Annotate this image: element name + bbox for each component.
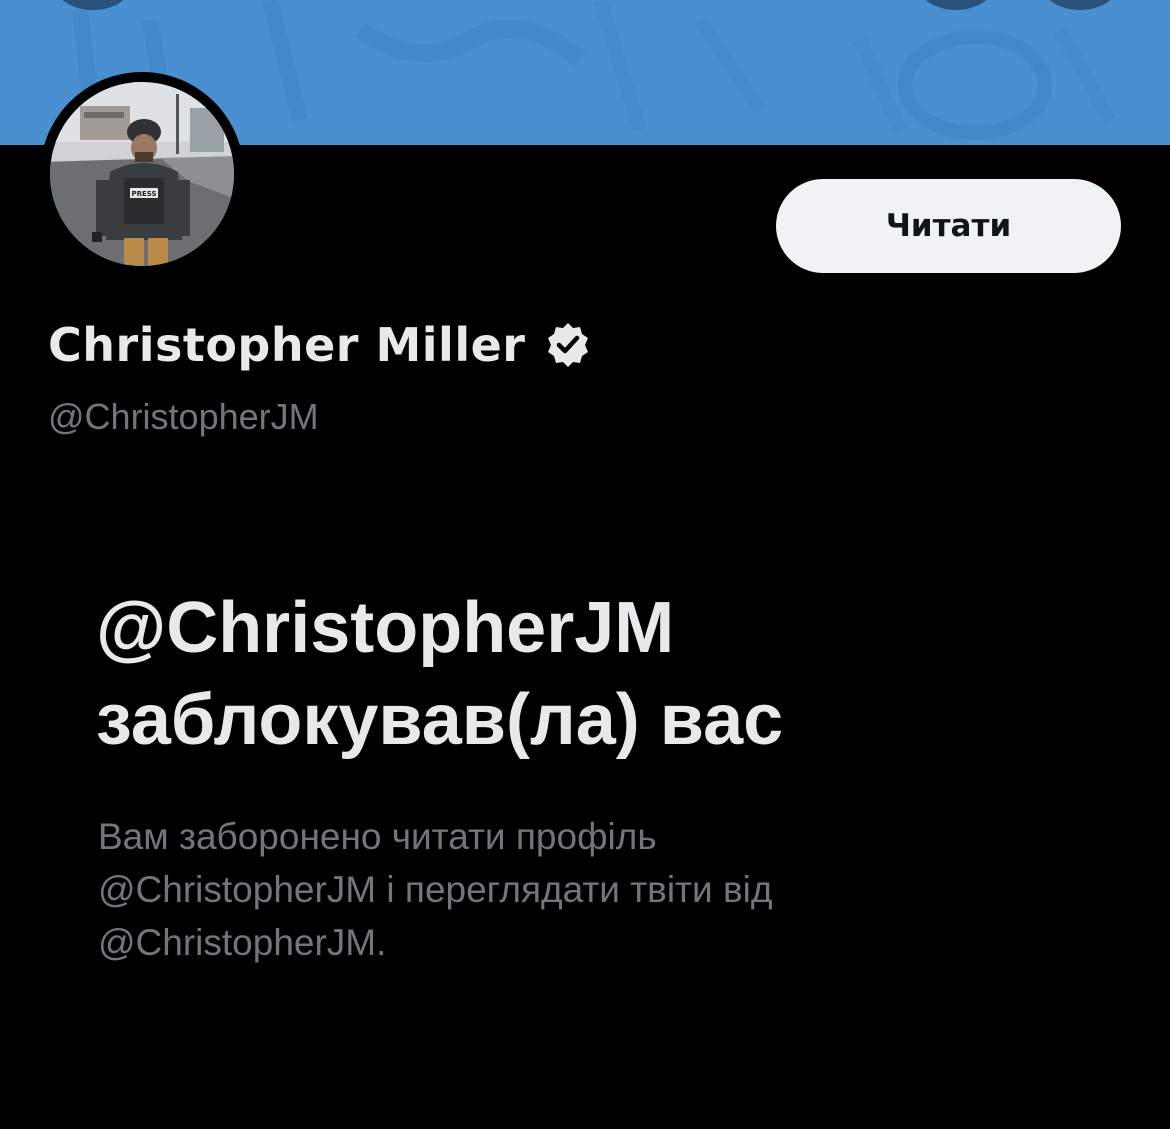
display-name: Christopher Miller bbox=[48, 318, 526, 372]
blocked-message-line-1: Вам заборонено читати профіль bbox=[98, 816, 657, 857]
blocked-title-handle: @ChristopherJM bbox=[96, 588, 675, 668]
verified-badge-icon[interactable] bbox=[543, 320, 593, 370]
blocked-title-text: заблокував(ла) вас bbox=[96, 680, 784, 760]
svg-text:PRESS: PRESS bbox=[131, 190, 156, 198]
avatar[interactable]: PRESS bbox=[40, 72, 244, 276]
blocked-message-line-3: @ChristopherJM. bbox=[98, 922, 387, 963]
blocked-message: Вам заборонено читати профіль @Christoph… bbox=[98, 810, 1078, 969]
blocked-message-line-2: @ChristopherJM і переглядати твіти від bbox=[98, 869, 773, 910]
profile-photo: PRESS bbox=[40, 72, 244, 276]
profile-page: PRESS Читати Christopher Miller @Christo… bbox=[0, 0, 1170, 1129]
display-name-row: Christopher Miller bbox=[48, 312, 593, 378]
follow-button[interactable]: Читати bbox=[776, 179, 1121, 273]
profile-handle: @ChristopherJM bbox=[48, 396, 319, 437]
blocked-title: @ChristopherJM заблокував(ла) вас bbox=[96, 582, 1096, 766]
